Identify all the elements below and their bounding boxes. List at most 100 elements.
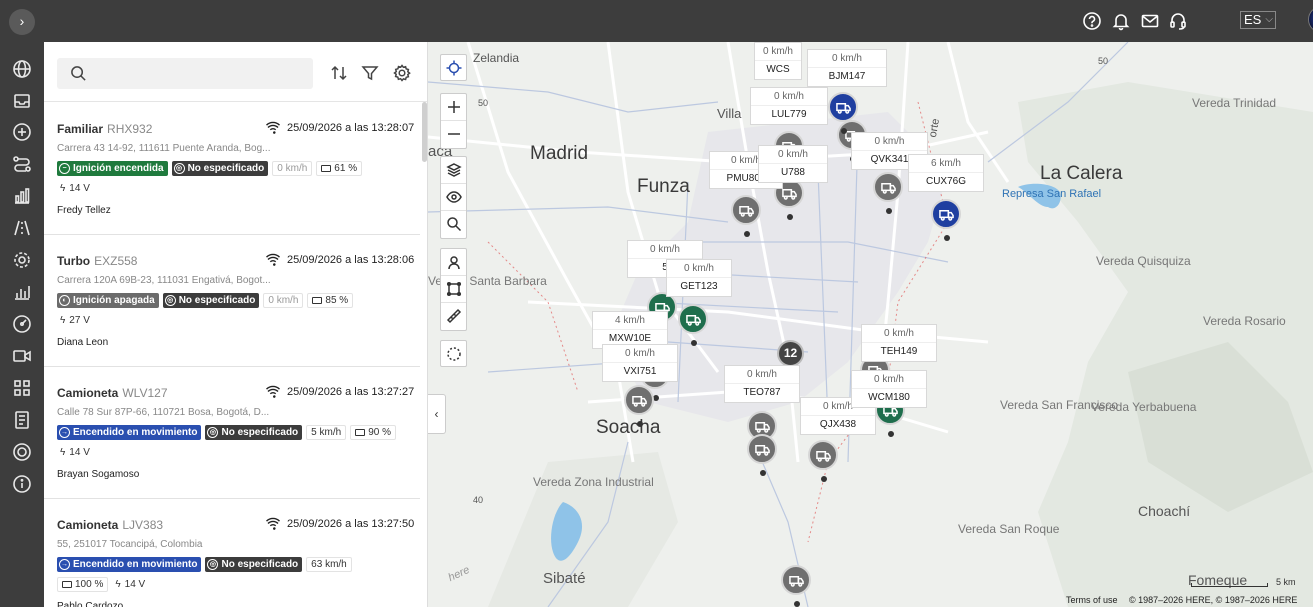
label-speed: 0 km/h	[751, 88, 827, 106]
label-plate: TEH149	[880, 346, 918, 357]
battery-icon	[355, 429, 366, 436]
truck-icon	[632, 396, 647, 407]
label-speed: 0 km/h	[808, 50, 886, 68]
layers-icon[interactable]	[441, 157, 466, 184]
poi-icon[interactable]	[441, 249, 466, 276]
map-search-icon[interactable]	[441, 211, 466, 238]
expand-rail-button[interactable]: ›	[9, 9, 35, 35]
stats-icon[interactable]	[12, 282, 32, 302]
steering-wheel-icon: ◎	[173, 163, 185, 174]
label-speed: 0 km/h	[852, 371, 926, 389]
place-label: La Calera	[1040, 163, 1123, 184]
place-label: Vereda Trinidad	[1192, 96, 1277, 110]
speed-value: 0 km/h	[263, 293, 304, 308]
place-label: Madrid	[530, 143, 589, 164]
vehicle-plate: EXZ558	[94, 254, 138, 268]
vehicle-card[interactable]: Familiar RHX932 25/09/2026 a las 13:28:07…	[44, 103, 420, 235]
vehicle-map-label[interactable]: 0 km/h LUL779	[750, 87, 828, 125]
voltage-value: ϟ 27 V	[60, 315, 90, 326]
speed-value: 63 km/h	[306, 557, 352, 572]
gear-icon[interactable]	[12, 250, 32, 270]
sort-icon[interactable]	[329, 63, 349, 83]
vehicle-card[interactable]: Camioneta LJV383 25/09/2026 a las 13:27:5…	[44, 499, 420, 607]
filter-icon[interactable]	[360, 63, 380, 83]
support-icon[interactable]	[12, 442, 32, 462]
vehicle-marker[interactable]	[873, 172, 903, 214]
area-icon[interactable]	[441, 276, 466, 303]
label-plate: GET123	[680, 281, 718, 292]
gauge-icon[interactable]	[12, 314, 32, 334]
label-plate: VXI751	[623, 366, 657, 377]
map-view[interactable]: Zelandia Madrid Funza Villa La Calera Re…	[428, 42, 1313, 607]
vehicle-map-label[interactable]: 6 km/h CUX76G	[908, 154, 984, 192]
ignition-icon: ◐	[59, 295, 70, 306]
vehicle-address: 55, 251017 Tocancipá, Colombia	[57, 539, 203, 550]
search-icon	[71, 66, 86, 81]
vehicle-marker[interactable]	[781, 565, 811, 607]
bolt-icon: ϟ	[60, 315, 66, 326]
collapse-panel-button[interactable]: ‹	[428, 394, 446, 434]
grid-icon[interactable]	[12, 378, 32, 398]
globe-icon[interactable]	[12, 59, 32, 79]
ruler-icon[interactable]	[441, 303, 466, 330]
help-icon[interactable]	[1082, 11, 1102, 31]
vehicle-marker[interactable]	[678, 304, 708, 346]
cluster-marker[interactable]: 12	[777, 340, 804, 367]
avatar[interactable]	[1308, 6, 1313, 33]
document-icon[interactable]	[12, 410, 32, 430]
vehicle-marker[interactable]	[624, 385, 654, 427]
ignition-status-badge: → Encendido en movimiento	[57, 557, 202, 572]
vehicle-map-label[interactable]: 0 km/h U788	[758, 145, 828, 183]
bar-chart-icon[interactable]	[12, 186, 32, 206]
info-icon[interactable]	[12, 474, 32, 494]
scale-bar	[1191, 583, 1268, 587]
vehicle-map-label[interactable]: 0 km/h GET123	[666, 259, 732, 297]
vehicle-marker[interactable]	[808, 440, 838, 482]
vehicle-marker[interactable]	[931, 199, 961, 241]
terms-link[interactable]: Terms of use	[1066, 595, 1118, 605]
mail-icon[interactable]	[1140, 11, 1160, 31]
vehicle-card[interactable]: Camioneta WLV127 25/09/2026 a las 13:27:2…	[44, 367, 420, 499]
vehicle-map-label[interactable]: 0 km/h TEO787	[724, 365, 800, 403]
ignition-status-badge: → Encendido en movimiento	[57, 425, 202, 440]
label-plate: U788	[781, 167, 805, 178]
search-field[interactable]	[57, 58, 313, 89]
eye-icon[interactable]	[441, 184, 466, 211]
vehicle-card[interactable]: Turbo EXZ558 25/09/2026 a las 13:28:06 Ca…	[44, 235, 420, 367]
video-icon[interactable]	[12, 346, 32, 366]
truck-icon	[739, 206, 754, 217]
ignition-icon: →	[59, 559, 70, 570]
copyright: © 1987–2026 HERE, © 1987–2026 HERE	[1129, 595, 1298, 605]
vehicle-marker[interactable]	[731, 195, 761, 237]
status-row: → Encendido en movimiento ◎ No especificad…	[57, 557, 352, 572]
search-input[interactable]	[97, 62, 307, 84]
vehicle-map-label[interactable]: 0 km/h BJM147	[807, 49, 887, 87]
list-scrollbar[interactable]	[422, 102, 427, 162]
driver-name: Fredy Tellez	[57, 205, 111, 216]
speed-value: 0 km/h	[272, 161, 313, 176]
search-toolbar	[44, 42, 427, 102]
headset-icon[interactable]	[1168, 11, 1188, 31]
bell-icon[interactable]	[1111, 11, 1131, 31]
vehicle-marker[interactable]	[828, 92, 858, 134]
lasso-select-button[interactable]	[440, 340, 467, 367]
vehicle-list-panel: Familiar RHX932 25/09/2026 a las 13:28:07…	[44, 42, 428, 607]
vehicle-map-label[interactable]: 0 km/h VXI751	[602, 344, 678, 382]
zoom-in-button[interactable]	[441, 94, 466, 121]
language-select[interactable]: ES ⌵	[1240, 11, 1276, 29]
zoom-out-button[interactable]	[441, 121, 466, 148]
route-icon[interactable]	[12, 154, 32, 174]
vehicle-map-label[interactable]: 0 km/h WCM180	[851, 370, 927, 408]
voltage-value: ϟ 14 V	[60, 447, 90, 458]
place-label: Soacha	[596, 417, 661, 438]
vehicle-marker[interactable]	[747, 434, 777, 476]
vehicle-map-label[interactable]: 0 km/h TEH149	[861, 324, 937, 362]
settings-icon[interactable]	[392, 63, 412, 83]
ignition-icon: →	[59, 427, 70, 438]
last-update-time: 25/09/2026 a las 13:27:27	[287, 386, 415, 398]
vehicle-map-label[interactable]: 0 km/h WCS	[754, 42, 802, 80]
inbox-icon[interactable]	[12, 91, 32, 111]
road-icon[interactable]	[12, 218, 32, 238]
locate-button[interactable]	[440, 54, 467, 81]
plus-circle-icon[interactable]	[12, 122, 32, 142]
